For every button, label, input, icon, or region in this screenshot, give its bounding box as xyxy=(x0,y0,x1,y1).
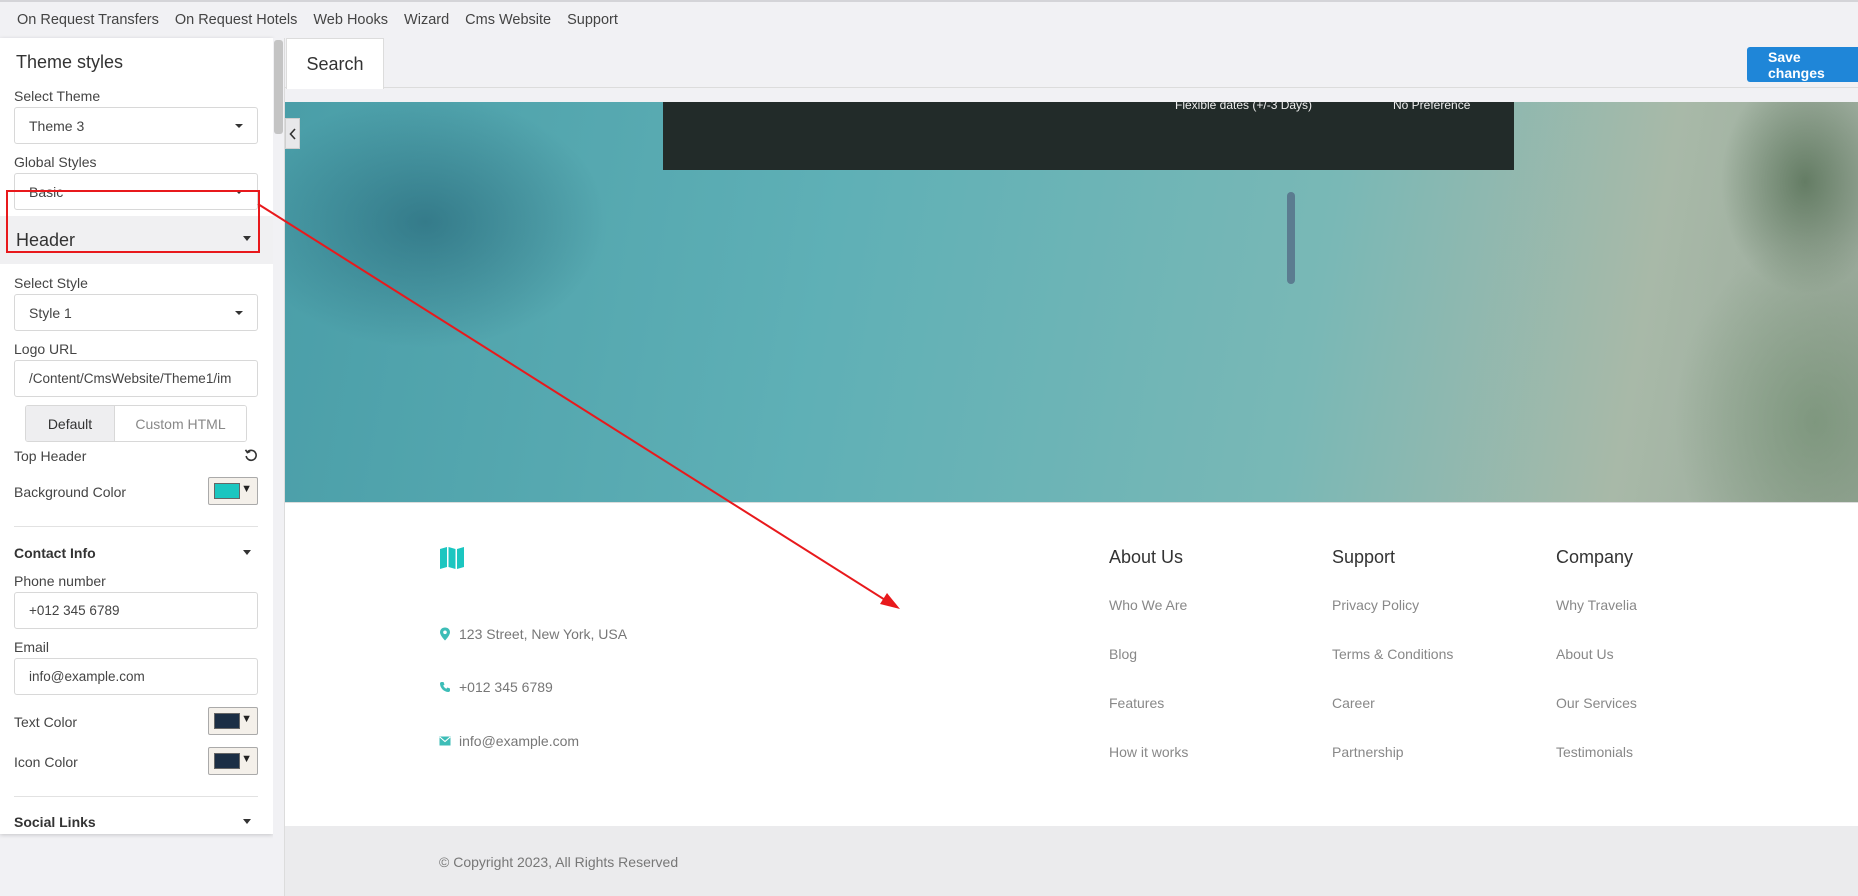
background-color-label: Background Color xyxy=(14,484,127,500)
select-theme-value: Theme 3 xyxy=(29,117,85,134)
footer-col-company-title: Company xyxy=(1556,547,1634,567)
icon-color-fill xyxy=(214,753,240,769)
select-style-label: Select Style xyxy=(14,275,88,291)
background-color-fill xyxy=(214,483,240,499)
divider xyxy=(14,796,258,797)
footer-link[interactable]: Why Travelia xyxy=(1556,597,1637,613)
top-nav: On Request Transfers On Request Hotels W… xyxy=(0,0,1858,38)
reset-icon[interactable] xyxy=(244,448,258,462)
footer-email-text: info@example.com xyxy=(459,733,580,749)
segment-default-button[interactable]: Default xyxy=(26,406,115,441)
segment-custom-html-button[interactable]: Custom HTML xyxy=(115,406,246,441)
search-widget: Flexible dates (+/-3 Days) No Preference xyxy=(663,98,1514,170)
location-pin-icon xyxy=(440,627,450,641)
footer-link[interactable]: Partnership xyxy=(1332,744,1404,760)
tab-bar xyxy=(285,38,1858,88)
footer-address: 123 Street, New York, USA xyxy=(439,626,627,642)
theme-styles-panel: Theme styles Select Theme Theme 3 Global… xyxy=(0,38,273,834)
footer-link[interactable]: Privacy Policy xyxy=(1332,597,1419,613)
logo-url-input[interactable]: /Content/CmsWebsite/Theme1/im xyxy=(14,360,258,397)
preference-text[interactable]: No Preference xyxy=(1393,98,1470,112)
logo-mode-segment: Default Custom HTML xyxy=(25,405,247,442)
logo-url-label: Logo URL xyxy=(14,341,78,357)
chevron-down-icon xyxy=(243,550,251,555)
footer-link[interactable]: Testimonials xyxy=(1556,744,1633,760)
footer-phone-text: +012 345 6789 xyxy=(459,679,553,695)
nav-on-request-hotels[interactable]: On Request Hotels xyxy=(175,12,298,28)
icon-color-label: Icon Color xyxy=(14,754,78,770)
contact-info-toggle[interactable]: Contact Info xyxy=(14,545,96,561)
chevron-left-icon xyxy=(288,127,296,140)
top-header-label: Top Header xyxy=(14,448,87,464)
nav-wizard[interactable]: Wizard xyxy=(404,12,449,28)
footer-email: info@example.com xyxy=(439,733,579,749)
select-style-value: Style 1 xyxy=(29,304,72,321)
map-icon xyxy=(440,547,464,569)
footer-phone: +012 345 6789 xyxy=(439,679,553,695)
phone-icon xyxy=(440,682,450,692)
footer-link[interactable]: Blog xyxy=(1109,646,1137,662)
collapse-panel-button[interactable] xyxy=(285,118,300,149)
divider xyxy=(14,526,258,527)
footer-link[interactable]: Our Services xyxy=(1556,695,1637,711)
footer-link[interactable]: Career xyxy=(1332,695,1375,711)
footer-col-about-title: About Us xyxy=(1109,547,1184,567)
email-input[interactable]: info@example.com xyxy=(14,658,258,695)
background-color-picker[interactable]: ▼ xyxy=(208,477,258,505)
caret-down-icon: ▼ xyxy=(241,713,252,725)
panel-scrollbar-thumb[interactable] xyxy=(274,40,283,134)
footer-link[interactable]: About Us xyxy=(1556,646,1614,662)
save-changes-button[interactable]: Save changes xyxy=(1747,47,1858,82)
phone-number-label: Phone number xyxy=(14,573,106,589)
text-color-fill xyxy=(214,713,240,729)
select-theme-dropdown[interactable]: Theme 3 xyxy=(14,107,258,144)
caret-down-icon: ▼ xyxy=(241,753,252,765)
social-links-toggle[interactable]: Social Links xyxy=(14,814,96,830)
footer-link[interactable]: Who We Are xyxy=(1109,597,1187,613)
text-color-label: Text Color xyxy=(14,714,78,730)
footer-address-text: 123 Street, New York, USA xyxy=(459,626,628,642)
chevron-down-icon xyxy=(243,819,251,824)
footer-col-support-title: Support xyxy=(1332,547,1396,567)
footer-link[interactable]: How it works xyxy=(1109,744,1188,760)
envelope-icon xyxy=(439,736,451,746)
nav-web-hooks[interactable]: Web Hooks xyxy=(313,12,388,28)
email-label: Email xyxy=(14,639,50,655)
flexible-dates-text[interactable]: Flexible dates (+/-3 Days) xyxy=(1175,98,1312,112)
select-theme-label: Select Theme xyxy=(14,88,101,104)
footer-link[interactable]: Features xyxy=(1109,695,1164,711)
text-color-picker[interactable]: ▼ xyxy=(208,707,258,735)
panel-title: Theme styles xyxy=(16,52,124,72)
tab-search[interactable]: Search xyxy=(286,38,384,89)
nav-on-request-transfers[interactable]: On Request Transfers xyxy=(17,12,159,28)
footer-link[interactable]: Terms & Conditions xyxy=(1332,646,1453,662)
phone-number-input[interactable]: +012 345 6789 xyxy=(14,592,258,629)
copyright-text: © Copyright 2023, All Rights Reserved xyxy=(439,854,679,870)
select-style-dropdown[interactable]: Style 1 xyxy=(14,294,258,331)
icon-color-picker[interactable]: ▼ xyxy=(208,747,258,775)
annotation-highlight-box xyxy=(6,190,260,253)
chevron-down-icon xyxy=(235,311,243,315)
nav-support[interactable]: Support xyxy=(567,12,618,28)
global-styles-label: Global Styles xyxy=(14,154,97,170)
nav-cms-website[interactable]: Cms Website xyxy=(465,12,551,28)
caret-down-icon: ▼ xyxy=(241,483,252,495)
chevron-down-icon xyxy=(235,124,243,128)
boat-shape xyxy=(1287,192,1295,284)
